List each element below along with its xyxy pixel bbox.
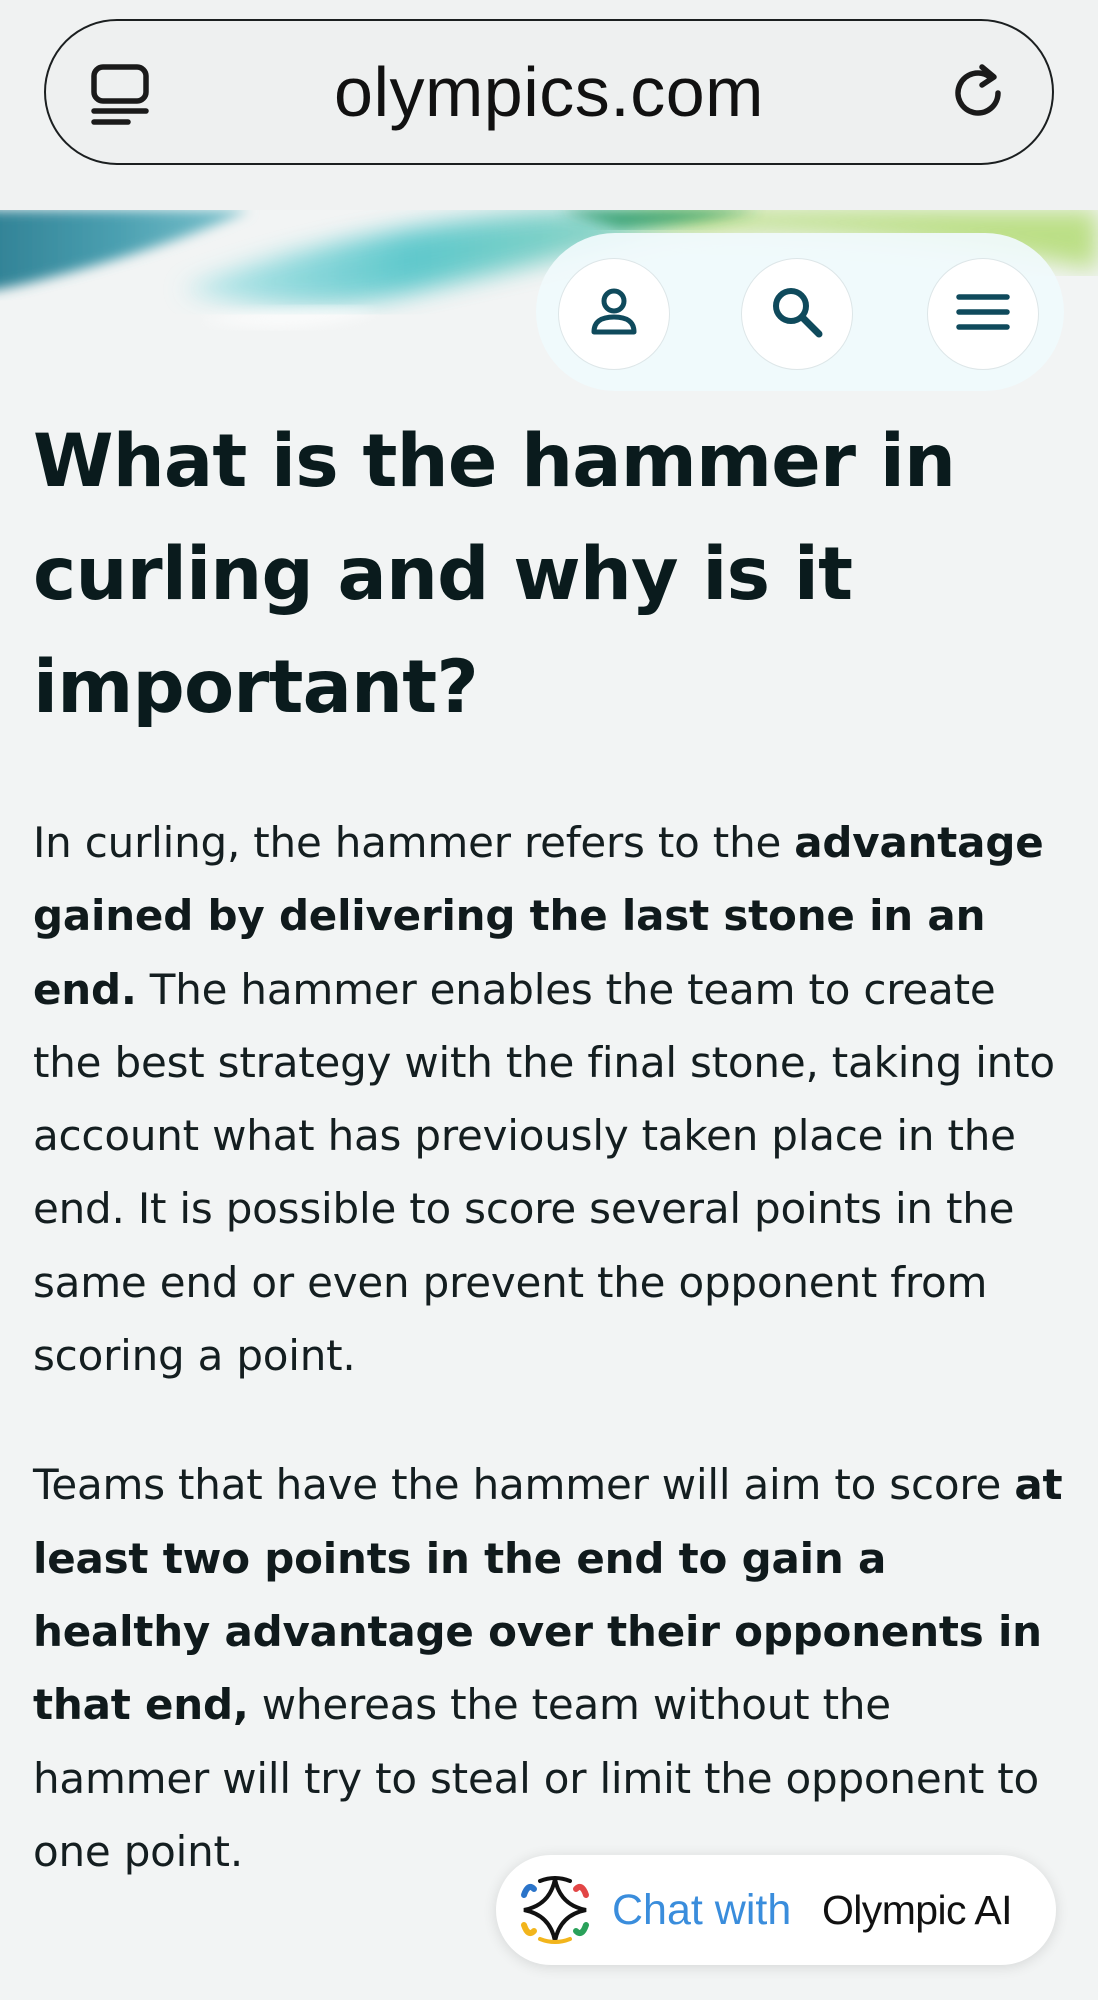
search-icon xyxy=(769,284,825,344)
article-paragraph-2: Teams that have the hammer will aim to s… xyxy=(33,1448,1063,1888)
search-button[interactable] xyxy=(741,258,853,370)
article-title: What is the hammer in curling and why is… xyxy=(33,419,956,730)
profile-button[interactable] xyxy=(558,258,670,370)
paragraph-text: In curling, the hammer refers to the xyxy=(33,818,795,867)
paragraph-text: Teams that have the hammer will aim to s… xyxy=(33,1460,1015,1510)
olympic-ai-star-icon xyxy=(520,1875,590,1945)
browser-toolbar: olympics.com xyxy=(0,0,1098,210)
menu-icon xyxy=(956,292,1010,336)
page: olympics.com What is the hammer in curli… xyxy=(0,0,1098,2000)
menu-button[interactable] xyxy=(927,258,1039,370)
article-paragraph-1: In curling, the hammer refers to the adv… xyxy=(33,806,1063,1392)
chat-label: Chat with xyxy=(612,1885,792,1934)
reload-icon[interactable] xyxy=(946,61,1010,125)
address-bar[interactable]: olympics.com xyxy=(44,19,1054,165)
url-text[interactable]: olympics.com xyxy=(46,21,1052,163)
chat-brand: Olympic AI xyxy=(822,1886,1013,1933)
paragraph-text: The hammer enables the team to create th… xyxy=(33,964,1055,1381)
chat-with-olympic-ai-button[interactable]: Chat with Olympic AI xyxy=(496,1855,1056,1965)
article: What is the hammer in curling and why is… xyxy=(33,405,1063,1888)
profile-icon xyxy=(588,286,640,342)
